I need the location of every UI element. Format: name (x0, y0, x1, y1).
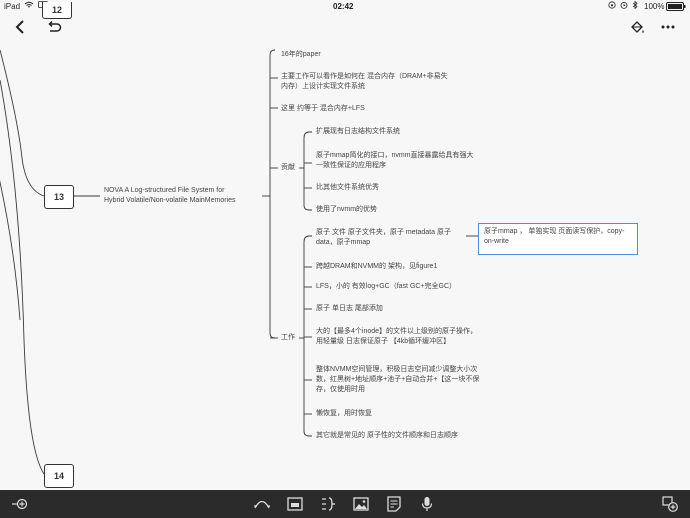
image-icon (353, 497, 369, 511)
contribution-item[interactable]: 扩展现有日志结构文件系统 (316, 127, 400, 137)
work-item[interactable]: 整体NVMM空间管理，积极日志空间减少调整大小次数，红黑树+地址顺序+池子+自动… (316, 365, 480, 395)
central-topic[interactable]: NOVA A Log-structured File System for Hy… (104, 186, 236, 206)
device-label: iPad (4, 2, 21, 11)
mindmap-canvas[interactable]: 13 14 NOVA A Log-structured File System … (0, 40, 690, 490)
image-button[interactable] (351, 494, 371, 514)
voice-button[interactable] (417, 494, 437, 514)
work-item[interactable]: 大的【最多4个inode】的文件以上级别的原子操作，用轻量级 日志保证原子 【4… (316, 327, 480, 347)
add-child-button[interactable] (660, 494, 680, 514)
more-dots-icon (661, 25, 675, 29)
battery-percent: 100% (644, 2, 665, 11)
work-item[interactable]: 原子 单日志 尾部添加 (316, 304, 383, 314)
mindmap-node-14[interactable]: 14 (44, 464, 74, 488)
clock: 02:42 (333, 2, 354, 11)
relationship-button[interactable] (252, 494, 272, 514)
summary-icon (322, 497, 335, 511)
central-topic-line1: NOVA A Log-structured File System for (104, 187, 225, 194)
microphone-icon (421, 497, 433, 511)
add-node-icon (12, 498, 28, 510)
node-number: 12 (51, 5, 62, 15)
central-topic-line2: Hybrid Volatile/Non-volatile MainMemorie… (104, 197, 236, 204)
work-item[interactable]: 其它就是常见的 原子性的文件顺序和日志顺序 (316, 431, 458, 441)
add-sibling-button[interactable] (10, 494, 30, 514)
rotation-lock-icon (608, 1, 616, 11)
add-child-icon (662, 496, 678, 512)
back-button[interactable] (10, 14, 30, 40)
relationship-icon (254, 500, 270, 509)
top-nav (0, 14, 690, 40)
node-number: 14 (53, 471, 64, 481)
boundary-button[interactable] (285, 494, 305, 514)
work-item[interactable]: 原子 文件 原子文件夹，原子 metadata 原子data，原子mmap (316, 228, 466, 248)
notes-icon (387, 496, 401, 512)
topic-work[interactable]: 工作 (281, 333, 295, 343)
bluetooth-icon (632, 0, 638, 11)
contribution-item[interactable]: 原子mmap简化的接口，nvmm直接暴露给具有强大一致性保证的应用程序 (316, 151, 476, 171)
summary-button[interactable] (318, 494, 338, 514)
topic-paper-year[interactable]: 16年的paper (281, 50, 321, 60)
topic-contribution[interactable]: 贡献 (281, 163, 295, 173)
wifi-icon (24, 1, 34, 11)
note-callout[interactable]: 原子mmap ， 单独实现 页面读写保护，copy-on-write (478, 223, 638, 255)
mindmap-node-12[interactable]: 12 (42, 2, 72, 19)
topic-main-work[interactable]: 主要工作可以看作是如何在 混合内存（DRAM+非易失内存）上设计实现文件系统 (281, 72, 451, 92)
more-button[interactable] (658, 14, 678, 40)
work-item[interactable]: 跨越DRAM和NVMM的 架构，见figure1 (316, 262, 437, 272)
work-item[interactable]: LFS，小的 有效log+GC（fast GC+完全GC） (316, 282, 456, 292)
status-bar: iPad 02:42 100% (0, 0, 690, 14)
contribution-item[interactable]: 使用了nvmm的优势 (316, 205, 377, 215)
work-item[interactable]: 懒恢复，用时恢复 (316, 409, 372, 419)
paint-bucket-icon (631, 21, 644, 33)
style-button[interactable] (627, 14, 647, 40)
alarm-icon (620, 1, 628, 11)
chevron-left-icon (15, 20, 24, 34)
contribution-item[interactable]: 比其他文件系统优秀 (316, 183, 379, 193)
topic-approx[interactable]: 这里 约等于 混合内存+LFS (281, 104, 365, 114)
node-number: 13 (53, 192, 64, 202)
bottom-toolbar (0, 490, 690, 518)
notes-button[interactable] (384, 494, 404, 514)
boundary-icon (287, 497, 303, 511)
undo-icon (48, 20, 62, 32)
battery-icon (666, 2, 686, 13)
mindmap-node-13[interactable]: 13 (44, 185, 74, 209)
